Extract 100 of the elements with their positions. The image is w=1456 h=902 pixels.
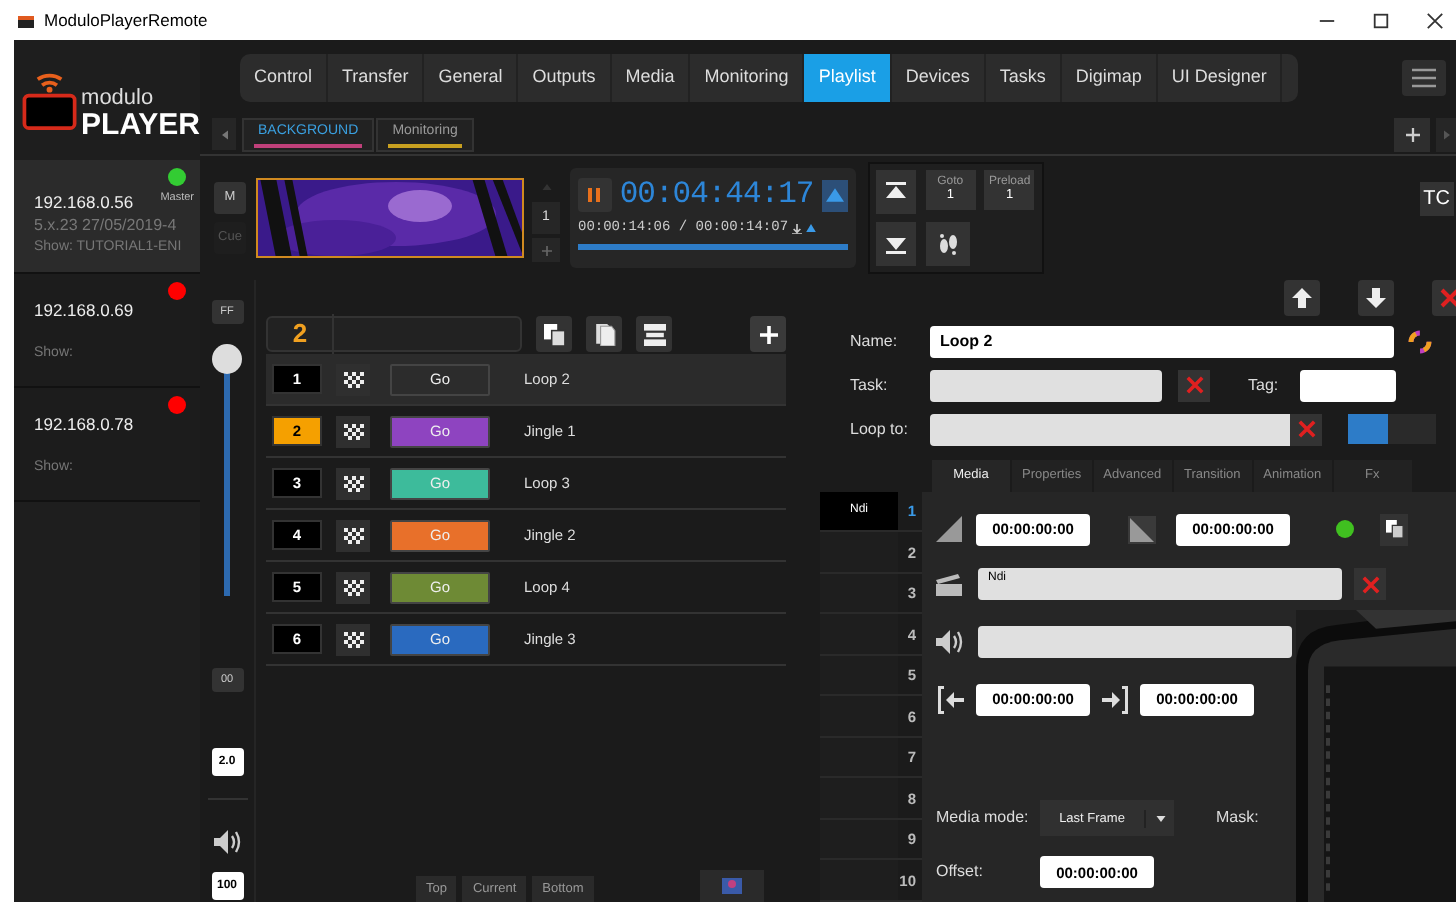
skip-bottom-icon (886, 234, 906, 254)
volume-icon (213, 830, 241, 854)
arrow-left-icon (221, 129, 227, 139)
move-up-button[interactable] (1284, 280, 1320, 316)
paste-button[interactable] (586, 316, 622, 352)
name-field[interactable]: Loop 2 (930, 325, 1394, 358)
document-icon (593, 323, 615, 345)
plus-icon (541, 245, 551, 255)
transition-button[interactable] (336, 623, 370, 655)
tab[interactable]: Media (611, 53, 691, 101)
close-icon (1185, 376, 1203, 395)
image-icon (721, 878, 742, 894)
ip-address: 192.168.0.78 (34, 411, 134, 435)
footprints-icon (935, 232, 960, 256)
scroll-left-button[interactable] (212, 118, 236, 150)
close-icon (1297, 420, 1315, 439)
logo-text: PLAYER (81, 110, 200, 140)
list-icon (643, 323, 665, 345)
tc-button[interactable]: TC (1419, 181, 1454, 215)
clear-button[interactable] (1354, 568, 1386, 601)
ip-address: 192.168.0.56 (34, 190, 134, 214)
add-layer-button[interactable] (1394, 117, 1430, 151)
skip-top-button[interactable] (876, 170, 916, 214)
layout-button[interactable] (636, 316, 672, 352)
checkered-flag-icon (343, 475, 363, 491)
timecode: 00:04:44:17 (619, 179, 814, 211)
up-button[interactable] (821, 179, 848, 211)
maximize-icon[interactable] (1372, 11, 1390, 29)
transition-button[interactable] (336, 415, 370, 447)
checkered-flag-icon (343, 371, 363, 387)
checkered-flag-icon (343, 527, 363, 543)
close-icon[interactable] (1426, 11, 1444, 29)
tab[interactable]: Outputs (518, 53, 612, 101)
arrow-down-icon (1366, 288, 1386, 308)
fade-out-icon (1128, 515, 1156, 544)
logo-text: modulo (81, 88, 156, 110)
loop-field[interactable] (930, 413, 1290, 446)
field-label: Offset: (936, 860, 985, 885)
current-cue-field: 2 (266, 316, 522, 352)
close-icon (1440, 288, 1456, 308)
triangle-up-icon (825, 188, 844, 202)
fader-thumb[interactable] (212, 344, 242, 375)
pause-icon (588, 188, 601, 202)
field-label: Name: (850, 329, 900, 354)
volume-icon (936, 630, 964, 655)
transition-button[interactable] (336, 363, 370, 395)
move-down-button[interactable] (1358, 280, 1394, 316)
tab[interactable]: Devices (891, 53, 986, 101)
plus-icon (759, 325, 777, 343)
duplicate-icon (543, 323, 565, 345)
tab[interactable]: UI Designer (1157, 53, 1283, 101)
clear-button[interactable] (1178, 369, 1210, 402)
out-point-icon (1102, 685, 1130, 714)
transition-button[interactable] (336, 571, 370, 603)
tab[interactable]: Digimap (1061, 53, 1158, 101)
fader-track[interactable] (211, 348, 243, 596)
step-button[interactable] (925, 222, 970, 266)
caret-icon (1155, 815, 1165, 822)
tab[interactable]: General (424, 53, 519, 101)
close-icon (1361, 575, 1379, 594)
app-icon (16, 10, 36, 30)
field-label: Mask: (1216, 806, 1259, 831)
clear-button[interactable] (1290, 413, 1322, 446)
loop-toggle[interactable] (1348, 414, 1436, 445)
in-point-icon (936, 685, 964, 714)
plus-icon (1405, 127, 1419, 141)
checkered-flag-icon (343, 423, 363, 439)
window-title: ModuloPlayerRemote (44, 7, 208, 33)
tag-field[interactable] (1300, 369, 1396, 402)
add-cue-button[interactable] (750, 316, 786, 352)
duplicate-button[interactable] (536, 316, 572, 352)
fade-in-icon (936, 516, 962, 543)
audio-field[interactable] (978, 626, 1292, 659)
arrow-up-icon (1292, 288, 1312, 308)
skip-bottom-button[interactable] (876, 222, 916, 266)
tab[interactable]: Transfer (328, 53, 425, 101)
duplicate-button[interactable] (1380, 513, 1408, 546)
tab[interactable]: Control (240, 53, 329, 101)
thumbnail-button[interactable] (699, 870, 764, 902)
menu-button[interactable] (1402, 59, 1446, 95)
arrow-right-icon (1443, 129, 1449, 139)
ip-address: 192.168.0.69 (34, 297, 134, 321)
menu-icon (1412, 67, 1436, 87)
transition-button[interactable] (336, 519, 370, 551)
pause-button[interactable] (578, 178, 612, 212)
skip-top-icon (886, 182, 906, 202)
checkered-flag-icon (343, 579, 363, 595)
download-icon (792, 223, 803, 234)
task-field[interactable] (930, 369, 1162, 402)
color-wheel-icon[interactable] (1408, 329, 1432, 354)
duplicate-icon (1385, 520, 1403, 539)
tab[interactable]: Tasks (985, 53, 1062, 101)
checkered-flag-icon (343, 631, 363, 647)
field-label: Tag: (1248, 373, 1281, 398)
field-label: Media mode: (936, 806, 1031, 831)
clapperboard-icon (936, 573, 962, 596)
field-label: Task: (850, 373, 890, 398)
transition-button[interactable] (336, 467, 370, 499)
triangle-up-icon (806, 224, 817, 233)
version-text: 5.x.23 27/05/2019-4 (34, 214, 179, 236)
